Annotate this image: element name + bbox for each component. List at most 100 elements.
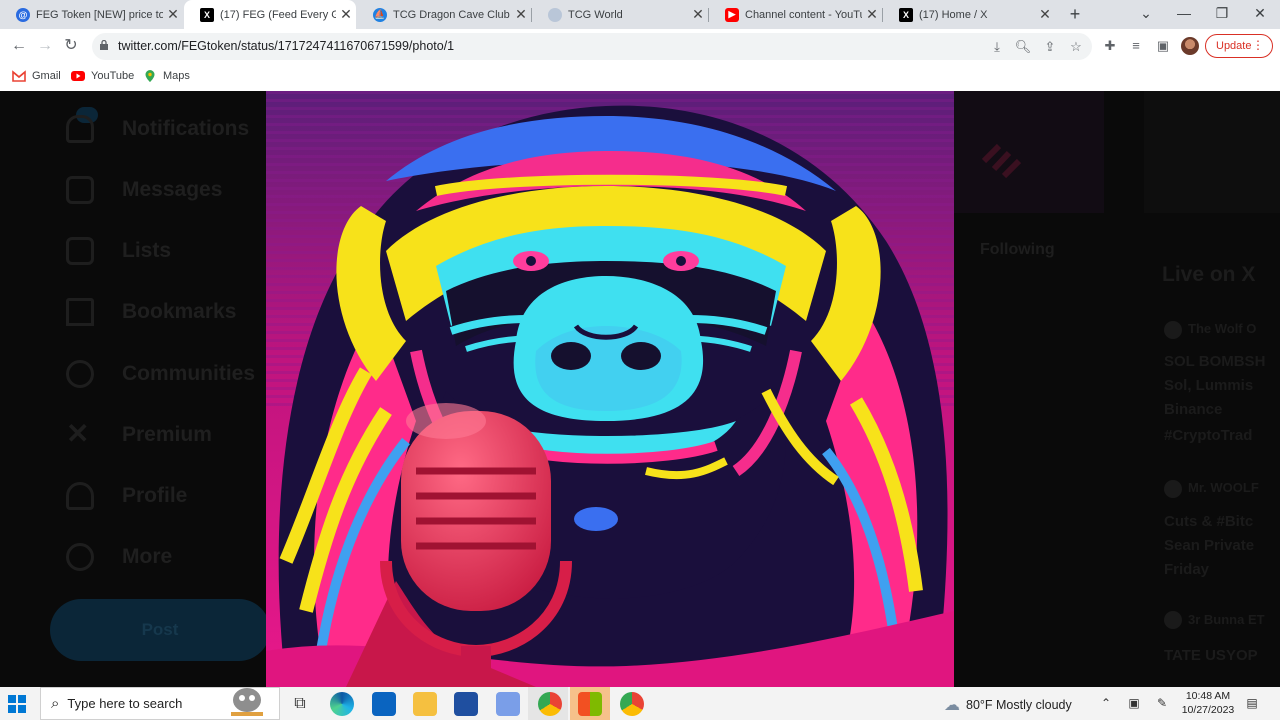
nav-label: Lists (122, 239, 172, 262)
media-control-icon[interactable]: ≡ (1127, 37, 1145, 55)
nav-notifications[interactable]: Notifications (66, 115, 249, 143)
chrome-icon[interactable] (538, 692, 562, 716)
gmail-icon (12, 70, 26, 82)
bookmark-icon (66, 298, 94, 326)
close-icon[interactable]: ✕ (511, 6, 531, 23)
nav-lists[interactable]: Lists (66, 237, 171, 265)
bookmark-label: Gmail (32, 70, 61, 82)
avatar (1164, 611, 1182, 629)
chevron-up-icon[interactable]: ⌃ (1098, 696, 1114, 710)
live-item-line: Cuts & #Bitc (1164, 513, 1254, 530)
share-icon[interactable]: ⇪ (1041, 38, 1059, 56)
file-explorer-icon[interactable] (413, 692, 437, 716)
nav-bookmarks[interactable]: Bookmarks (66, 298, 236, 326)
forward-button[interactable]: → (34, 35, 56, 57)
tab-feg-status[interactable]: X (17) FEG (Feed Every Gorill ✕ (184, 0, 356, 29)
menu-dots-icon: ⋮ (1252, 38, 1264, 52)
x-page: Notifications Messages Lists Bookmarks C… (0, 91, 1280, 687)
clock-date: 10/27/2023 (1181, 704, 1235, 716)
nav-more[interactable]: More (66, 543, 172, 571)
task-view-icon[interactable]: ⧉ (288, 692, 312, 716)
network-icon[interactable]: ▣ (1126, 696, 1142, 710)
bell-icon (66, 115, 94, 143)
tab-x-home[interactable]: X (17) Home / X ✕ (883, 0, 1055, 29)
coingecko-icon: @ (16, 7, 30, 22)
nav-messages[interactable]: Messages (66, 176, 222, 204)
background-right-panel (1144, 91, 1280, 213)
x-icon: X (200, 7, 214, 22)
tab-tcg-dragon[interactable]: ⛵ TCG Dragon Cave Club - C ✕ (357, 0, 531, 29)
windows-start-icon[interactable] (8, 695, 26, 713)
tab-title: FEG Token [NEW] price tod (36, 8, 163, 21)
nav-communities[interactable]: Communities (66, 360, 255, 388)
tab-tcg-world[interactable]: TCG World ✕ (532, 0, 708, 29)
x-logo-icon: ✕ (66, 418, 90, 449)
edge-icon[interactable] (330, 692, 354, 716)
tab-title: Channel content - YouTub (745, 8, 862, 21)
live-item-line: Friday (1164, 561, 1210, 578)
chrome-icon[interactable] (620, 692, 644, 716)
tab-title: (17) Home / X (919, 8, 988, 21)
extensions-icon[interactable]: ✚ (1101, 37, 1119, 55)
system-clock[interactable]: 10:48 AM 10/27/2023 (1180, 689, 1236, 717)
photo-viewer-image[interactable] (266, 91, 954, 687)
mail-icon[interactable] (372, 692, 396, 716)
new-tab-button[interactable]: + (1064, 3, 1086, 25)
tab-title: TCG World (568, 8, 623, 21)
close-icon[interactable]: ✕ (336, 6, 356, 23)
live-section-title: Live on X (1162, 263, 1256, 286)
maximize-button[interactable]: ❐ (1203, 0, 1241, 29)
search-highlight-icon (231, 688, 263, 716)
tab-feg-price[interactable]: @ FEG Token [NEW] price tod ✕ (0, 0, 183, 29)
live-item-line: The Wolf O (1188, 321, 1257, 336)
side-panel-icon[interactable]: ▣ (1154, 37, 1172, 55)
bookmark-label: YouTube (91, 70, 135, 82)
back-button[interactable]: ← (8, 35, 30, 57)
bookmark-gmail[interactable]: Gmail (12, 69, 61, 83)
avatar (1164, 321, 1182, 339)
reload-button[interactable]: ↻ (60, 35, 82, 57)
envelope-icon (66, 176, 94, 204)
weather-widget[interactable]: ☁ 80°F Mostly cloudy (944, 695, 1072, 715)
opensea-icon: ⛵ (373, 7, 387, 22)
tab-strip: @ FEG Token [NEW] price tod ✕ X (17) FEG… (0, 0, 1280, 29)
address-bar[interactable]: twitter.com/FEGtoken/status/171724741167… (92, 33, 1092, 60)
microsoft-store-icon[interactable] (454, 692, 478, 716)
live-item-line: Sean Private (1164, 537, 1255, 554)
following-tab[interactable]: Following (980, 241, 1055, 259)
live-item-line: Binance (1164, 401, 1223, 418)
tab-youtube-studio[interactable]: ▶ Channel content - YouTub ✕ (709, 0, 882, 29)
close-icon[interactable]: ✕ (862, 6, 882, 23)
zoom-icon[interactable]: 🔍︎ (1014, 38, 1032, 56)
nav-premium[interactable]: ✕ Premium (66, 418, 212, 449)
person-icon (66, 482, 94, 510)
post-button[interactable]: Post (50, 599, 270, 661)
browser-chrome: @ FEG Token [NEW] price tod ✕ X (17) FEG… (0, 0, 1280, 91)
bookmark-label: Maps (163, 70, 190, 82)
close-icon[interactable]: ✕ (163, 6, 183, 23)
youtube-icon (71, 71, 85, 81)
maps-icon (145, 70, 155, 82)
bookmark-star-icon[interactable]: ☆ (1067, 38, 1085, 56)
update-button[interactable]: Update ⋮ (1205, 34, 1273, 58)
taskbar-search-box[interactable]: ⌕ Type here to search (40, 687, 280, 720)
windows-taskbar: ⌕ Type here to search ⧉ ☁ 80°F Mostly cl… (0, 687, 1280, 720)
app-icon[interactable] (496, 692, 520, 716)
close-window-button[interactable]: ✕ (1241, 0, 1279, 29)
live-item-line: TATE USYOP (1164, 647, 1258, 664)
url-text[interactable]: twitter.com/FEGtoken/status/171724741167… (118, 39, 454, 53)
nav-profile[interactable]: Profile (66, 482, 187, 510)
nav-label: Profile (122, 484, 188, 507)
profile-avatar[interactable] (1181, 37, 1199, 55)
pen-icon[interactable]: ✎ (1154, 696, 1170, 710)
bookmark-youtube[interactable]: YouTube (71, 69, 134, 83)
tab-search-button[interactable]: ⌄ (1127, 0, 1165, 29)
close-icon[interactable]: ✕ (688, 6, 708, 23)
nav-label: Communities (122, 362, 256, 385)
bookmark-maps[interactable]: Maps (143, 69, 190, 83)
notification-center-icon[interactable]: ▤ (1244, 696, 1260, 710)
install-app-icon[interactable]: ⤓ (988, 38, 1006, 56)
office-app-icon[interactable] (578, 692, 602, 716)
close-icon[interactable]: ✕ (1035, 6, 1055, 23)
minimize-button[interactable]: — (1165, 0, 1203, 29)
